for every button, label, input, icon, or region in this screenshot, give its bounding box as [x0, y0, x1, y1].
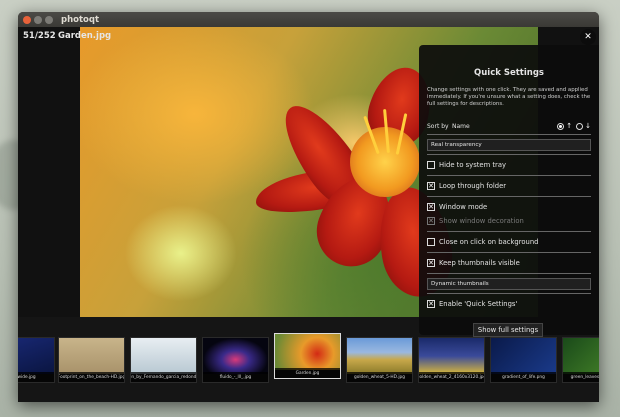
divider — [427, 252, 591, 253]
window-maximize-button[interactable] — [45, 15, 53, 24]
sort-by-label: Sort by — [427, 122, 449, 130]
thumbnail-item-active[interactable]: Garden.jpg — [274, 333, 341, 379]
thumbnail-item[interactable]: Frozen_by_Fernando_garcia_redondo.jpg — [130, 337, 197, 383]
divider — [427, 231, 591, 232]
window-mode-checkbox[interactable]: ✕ — [427, 203, 435, 211]
close-on-background-checkbox[interactable] — [427, 238, 435, 246]
option-label: Close on click on background — [439, 238, 539, 246]
sort-by-row: Sort by Name ↑ ↓ — [427, 121, 591, 131]
thumbnail-label: golden_wheat_5-HD.jpg — [347, 372, 412, 382]
quick-settings-panel: Quick Settings Change settings with one … — [419, 45, 599, 335]
divider — [427, 293, 591, 294]
hide-to-tray-checkbox[interactable] — [427, 161, 435, 169]
thumbnail-item[interactable]: green_leaves_of_tree... — [562, 337, 599, 383]
window-decoration-option: ✕ Show window decoration — [427, 214, 591, 228]
thumbnail-label: Footprint_on_the_beach-HD.jpg — [59, 372, 124, 382]
option-label: Hide to system tray — [439, 161, 507, 169]
keep-thumbnails-option[interactable]: ✕ Keep thumbnails visible — [427, 256, 591, 270]
divider — [427, 196, 591, 197]
loop-folder-option[interactable]: ✕ Loop through folder — [427, 179, 591, 193]
background-mode-dropdown[interactable]: Real transparency — [427, 139, 591, 151]
thumbnail-image — [18, 338, 54, 374]
window-decoration-checkbox: ✕ — [427, 216, 435, 225]
thumbnail-item[interactable]: gradient_of_life.png — [490, 337, 557, 383]
thumbnail-label: green_leaves_of_tree... — [563, 372, 599, 382]
divider — [427, 134, 591, 135]
image-filename: Garden.jpg — [58, 31, 112, 41]
divider — [427, 175, 591, 176]
thumbnail-image — [491, 338, 556, 374]
hide-to-tray-option[interactable]: Hide to system tray — [427, 158, 591, 172]
thumbnail-label: golden_wheat_2_4160x3120.jpg — [419, 372, 484, 382]
close-icon[interactable]: ✕ — [580, 29, 596, 45]
thumbnail-label: Garden.jpg — [275, 368, 340, 378]
thumbnail-image — [131, 338, 196, 374]
enable-quick-settings-checkbox[interactable]: ✕ — [427, 300, 435, 308]
photoqt-window: photoqt 51/252 Garden.jpg ✕ tree-wide.jp… — [18, 12, 599, 402]
window-mode-option[interactable]: ✕ Window mode — [427, 200, 591, 214]
thumbnail-image — [419, 338, 484, 374]
thumbnail-image — [275, 334, 340, 370]
option-label: Loop through folder — [439, 182, 507, 190]
thumbnail-item[interactable]: Footprint_on_the_beach-HD.jpg — [58, 337, 125, 383]
thumbnail-item[interactable]: tree-wide.jpg — [18, 337, 55, 383]
window-close-button[interactable] — [23, 15, 31, 24]
image-counter: 51/252 — [23, 31, 56, 41]
thumbnail-label: tree-wide.jpg — [18, 372, 54, 382]
arrow-up-icon: ↑ — [566, 122, 573, 130]
window-title: photoqt — [61, 14, 100, 25]
thumbnail-image — [563, 338, 599, 374]
option-label: Keep thumbnails visible — [439, 259, 520, 267]
thumbnail-item[interactable]: golden_wheat_5-HD.jpg — [346, 337, 413, 383]
arrow-down-icon: ↓ — [585, 122, 591, 130]
sort-descending-radio[interactable] — [576, 122, 584, 130]
thumbnail-label: Frozen_by_Fernando_garcia_redondo.jpg — [131, 372, 196, 382]
close-on-background-option[interactable]: Close on click on background — [427, 235, 591, 249]
thumbnail-label: gradient_of_life.png — [491, 372, 556, 382]
loop-folder-checkbox[interactable]: ✕ — [427, 182, 435, 190]
option-label: Enable 'Quick Settings' — [439, 300, 518, 308]
enable-quick-settings-option[interactable]: ✕ Enable 'Quick Settings' — [427, 297, 591, 311]
thumbnail-item[interactable]: fluido_-_lll_.jpg — [202, 337, 269, 383]
thumbnail-image — [59, 338, 124, 374]
thumbnail-image — [203, 338, 268, 374]
quick-settings-title: Quick Settings — [474, 68, 544, 78]
keep-thumbnails-checkbox[interactable]: ✕ — [427, 259, 435, 267]
thumbnail-label: fluido_-_lll_.jpg — [203, 372, 268, 382]
titlebar: photoqt — [18, 12, 599, 27]
thumbnail-image — [347, 338, 412, 374]
thumbnail-item[interactable]: golden_wheat_2_4160x3120.jpg — [418, 337, 485, 383]
quick-settings-description: Change settings with one click. They are… — [427, 87, 591, 107]
sort-ascending-radio[interactable] — [557, 122, 565, 130]
show-full-settings-button[interactable]: Show full settings — [473, 323, 543, 337]
thumbnail-mode-dropdown[interactable]: Dynamic thumbnails — [427, 278, 591, 290]
divider — [427, 273, 591, 274]
sort-by-dropdown[interactable]: Name — [452, 123, 553, 130]
option-label: Show window decoration — [439, 217, 524, 225]
window-minimize-button[interactable] — [34, 15, 42, 24]
option-label: Window mode — [439, 203, 488, 211]
divider — [427, 154, 591, 155]
